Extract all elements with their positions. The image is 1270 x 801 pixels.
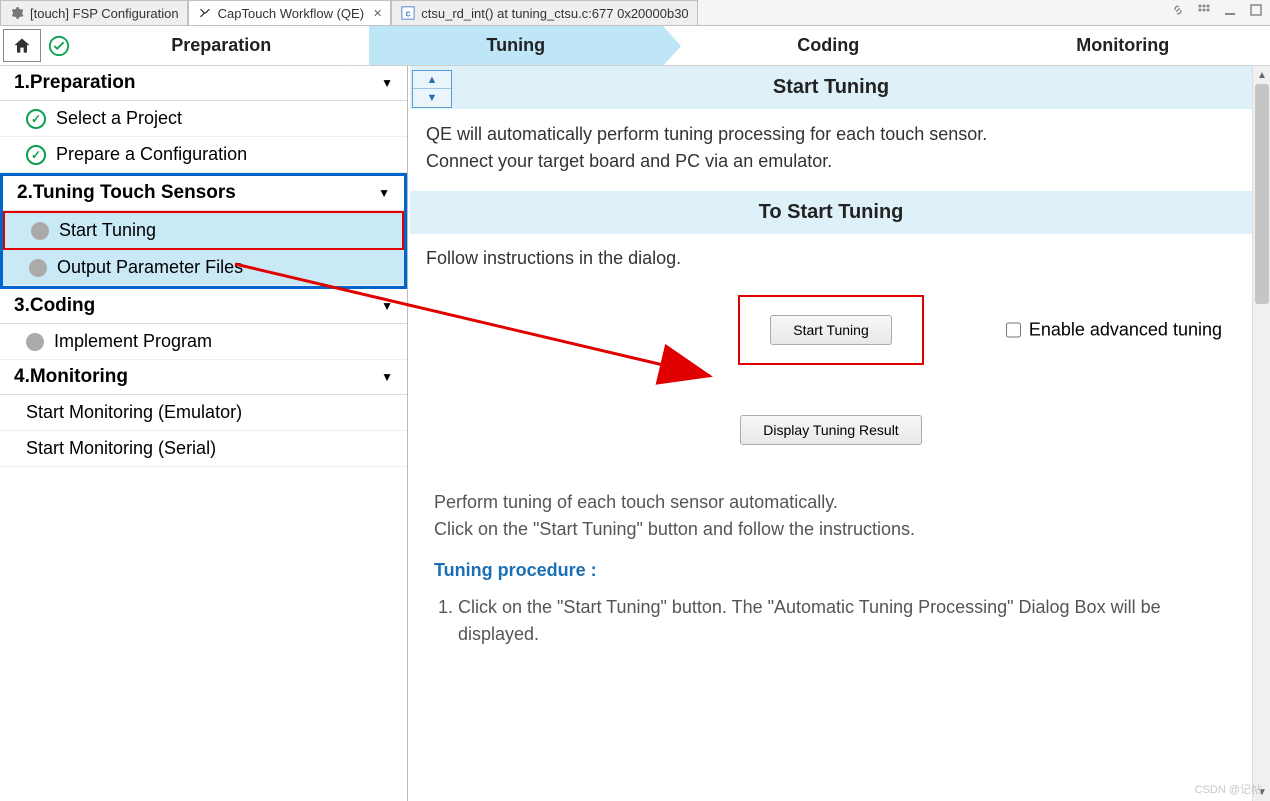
- main-panel: ▲ ▼ Start Tuning QE will automatically p…: [408, 66, 1270, 801]
- watermark: CSDN @记帖: [1195, 781, 1262, 797]
- sidebar-item-label: Output Parameter Files: [57, 257, 243, 278]
- footer-line: Perform tuning of each touch sensor auto…: [434, 489, 1228, 516]
- wf-step-coding[interactable]: Coding: [681, 26, 976, 65]
- tab-ctsu-source[interactable]: c ctsu_rd_int() at tuning_ctsu.c:677 0x2…: [391, 0, 697, 25]
- checkbox-label: Enable advanced tuning: [1029, 320, 1222, 341]
- sidebar-item-start-tuning[interactable]: Start Tuning: [3, 211, 404, 250]
- sidebar-item-label: Start Monitoring (Emulator): [26, 402, 242, 423]
- sidebar-item-prepare-config[interactable]: ✓ Prepare a Configuration: [0, 137, 407, 173]
- gear-icon: [9, 5, 25, 21]
- description-text: QE will automatically perform tuning pro…: [410, 109, 1252, 191]
- sidebar-item-label: Start Monitoring (Serial): [26, 438, 216, 459]
- chevron-down-icon: ▼: [381, 299, 393, 313]
- wf-step-label: Monitoring: [1076, 35, 1169, 56]
- content-area: 1.Preparation ▼ ✓ Select a Project ✓ Pre…: [0, 66, 1270, 801]
- heading-start-tuning: Start Tuning: [410, 66, 1252, 109]
- wf-step-monitoring[interactable]: Monitoring: [976, 26, 1270, 65]
- start-tuning-highlight: Start Tuning: [738, 295, 924, 365]
- wf-step-preparation[interactable]: Preparation: [74, 26, 369, 65]
- collapse-toggle[interactable]: ▲ ▼: [412, 70, 452, 108]
- section-title: 3.Coding: [14, 295, 95, 317]
- sidebar-item-select-project[interactable]: ✓ Select a Project: [0, 101, 407, 137]
- check-icon: ✓: [26, 109, 46, 129]
- sidebar-item-label: Implement Program: [54, 331, 212, 352]
- display-result-area: Display Tuning Result: [410, 365, 1252, 475]
- sidebar-item-label: Start Tuning: [59, 220, 156, 241]
- section-tuning-sensors[interactable]: 2.Tuning Touch Sensors ▼: [3, 176, 404, 211]
- section-coding[interactable]: 3.Coding ▼: [0, 289, 407, 324]
- workflow-stepper: Preparation Tuning Coding Monitoring: [0, 26, 1270, 66]
- maximize-icon[interactable]: [1248, 2, 1264, 18]
- footer-info: Perform tuning of each touch sensor auto…: [410, 475, 1252, 662]
- chevron-down-icon: ▼: [381, 370, 393, 384]
- section-preparation[interactable]: 1.Preparation ▼: [0, 66, 407, 101]
- scroll-up-arrow[interactable]: ▲: [1253, 66, 1270, 84]
- sidebar-item-label: Prepare a Configuration: [56, 144, 247, 165]
- tab-fsp-configuration[interactable]: [touch] FSP Configuration: [0, 0, 188, 25]
- section-monitoring[interactable]: 4.Monitoring ▼: [0, 360, 407, 395]
- chevron-down-icon: ▼: [381, 76, 393, 90]
- view-menu-icon[interactable]: [1196, 2, 1212, 18]
- start-tuning-button[interactable]: Start Tuning: [770, 315, 892, 345]
- desc-line: QE will automatically perform tuning pro…: [426, 121, 1236, 148]
- chevron-down-icon: ▼: [378, 186, 390, 200]
- scroll-thumb[interactable]: [1255, 84, 1269, 304]
- follow-instructions-text: Follow instructions in the dialog.: [410, 234, 1252, 295]
- desc-line: Connect your target board and PC via an …: [426, 148, 1236, 175]
- close-icon[interactable]: ✕: [373, 7, 382, 20]
- editor-tab-bar: [touch] FSP Configuration CapTouch Workf…: [0, 0, 1270, 26]
- home-icon: [12, 36, 32, 56]
- section-tuning-highlight: 2.Tuning Touch Sensors ▼ Start Tuning Ou…: [0, 173, 407, 289]
- wf-step-label: Coding: [797, 35, 859, 56]
- svg-text:c: c: [406, 9, 411, 19]
- display-tuning-result-button[interactable]: Display Tuning Result: [740, 415, 921, 445]
- step-complete-icon: [44, 26, 74, 65]
- tuning-procedure-title: Tuning procedure :: [434, 557, 1228, 584]
- tab-label: ctsu_rd_int() at tuning_ctsu.c:677 0x200…: [421, 6, 688, 21]
- chevron-down-icon[interactable]: ▼: [413, 89, 451, 107]
- section-title: 4.Monitoring: [14, 366, 128, 388]
- wf-step-tuning[interactable]: Tuning: [369, 26, 664, 65]
- c-file-icon: c: [400, 5, 416, 21]
- link-icon[interactable]: [1170, 2, 1186, 18]
- procedure-step: Click on the "Start Tuning" button. The …: [458, 594, 1228, 648]
- enable-advanced-checkbox[interactable]: [1006, 323, 1021, 338]
- heading-to-start-tuning: To Start Tuning: [410, 191, 1252, 234]
- vertical-scrollbar[interactable]: ▲ ▼: [1252, 66, 1270, 801]
- tab-label: CapTouch Workflow (QE): [218, 6, 364, 21]
- section-title: 1.Preparation: [14, 72, 135, 94]
- wf-step-label: Tuning: [486, 35, 545, 56]
- dot-icon: [31, 222, 49, 240]
- sidebar: 1.Preparation ▼ ✓ Select a Project ✓ Pre…: [0, 66, 408, 801]
- wf-step-label: Preparation: [171, 35, 271, 56]
- sidebar-item-monitor-emulator[interactable]: Start Monitoring (Emulator): [0, 395, 407, 431]
- sidebar-item-implement-program[interactable]: Implement Program: [0, 324, 407, 360]
- home-button[interactable]: [3, 29, 41, 62]
- dot-icon: [29, 259, 47, 277]
- window-controls: [1170, 2, 1264, 18]
- footer-line: Click on the "Start Tuning" button and f…: [434, 516, 1228, 543]
- sidebar-item-label: Select a Project: [56, 108, 182, 129]
- minimize-icon[interactable]: [1222, 2, 1238, 18]
- tab-label: [touch] FSP Configuration: [30, 6, 179, 21]
- sidebar-item-monitor-serial[interactable]: Start Monitoring (Serial): [0, 431, 407, 467]
- section-title: 2.Tuning Touch Sensors: [17, 182, 236, 204]
- workflow-icon: [197, 5, 213, 21]
- enable-advanced-tuning[interactable]: Enable advanced tuning: [1006, 320, 1222, 341]
- dot-icon: [26, 333, 44, 351]
- check-icon: ✓: [26, 145, 46, 165]
- sidebar-item-output-params[interactable]: Output Parameter Files: [3, 250, 404, 286]
- start-tuning-area: Start Tuning Enable advanced tuning: [410, 295, 1252, 365]
- chevron-up-icon[interactable]: ▲: [413, 71, 451, 89]
- tab-captouch-workflow[interactable]: CapTouch Workflow (QE) ✕: [188, 0, 392, 25]
